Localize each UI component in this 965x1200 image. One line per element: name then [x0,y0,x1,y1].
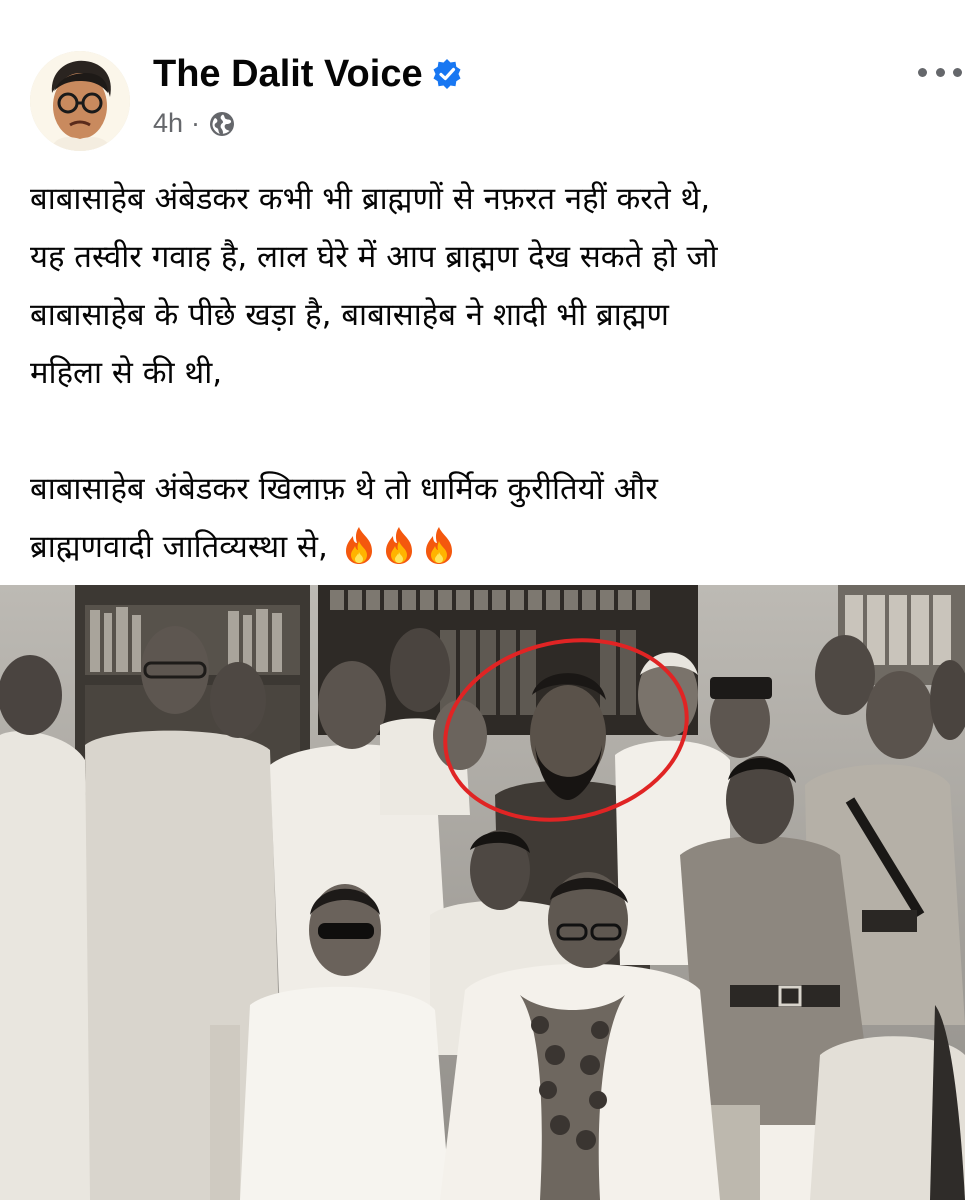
post-text-line: बाबासाहेब अंबेडकर खिलाफ़ थे तो धार्मिक क… [30,471,658,507]
page-name[interactable]: The Dalit Voice [153,52,423,96]
meta-separator: · [191,108,201,138]
more-options-button[interactable] [918,60,962,84]
post-text-line: बाबासाहेब के पीछे खड़ा है, बाबासाहेब ने … [30,297,669,333]
post-header: The Dalit Voice 4h · [0,0,965,160]
post-text-line: बाबासाहेब अंबेडकर कभी भी ब्राह्मणों से न… [30,181,711,217]
post-text-line: महिला से की थी, [30,355,223,391]
more-options-icon [918,67,927,77]
fire-emoji-icon [425,527,452,564]
post-text-line: यह तस्वीर गवाह है, लाल घेरे में आप ब्राह… [30,239,718,275]
post-timestamp[interactable]: 4h [153,108,183,139]
fire-emoji-icon [385,527,412,564]
more-options-icon [935,67,945,77]
name-row: The Dalit Voice [153,52,463,96]
avatar-portrait-icon [30,51,130,151]
post-text: बाबासाहेब अंबेडकर कभी भी ब्राह्मणों से न… [30,170,950,576]
post-photo[interactable] [0,585,965,1200]
post-text-last-line: ब्राह्मणवादी जातिव्यस्था से, [30,527,458,565]
more-options-icon [953,67,962,77]
fire-emoji-icon [345,527,372,564]
post-meta: 4h · [153,108,236,139]
verified-badge-icon [433,59,461,89]
globe-icon[interactable] [208,110,236,138]
post-text-line: ब्राह्मणवादी जातिव्यस्था से, [30,529,328,565]
page-avatar[interactable] [30,51,130,151]
